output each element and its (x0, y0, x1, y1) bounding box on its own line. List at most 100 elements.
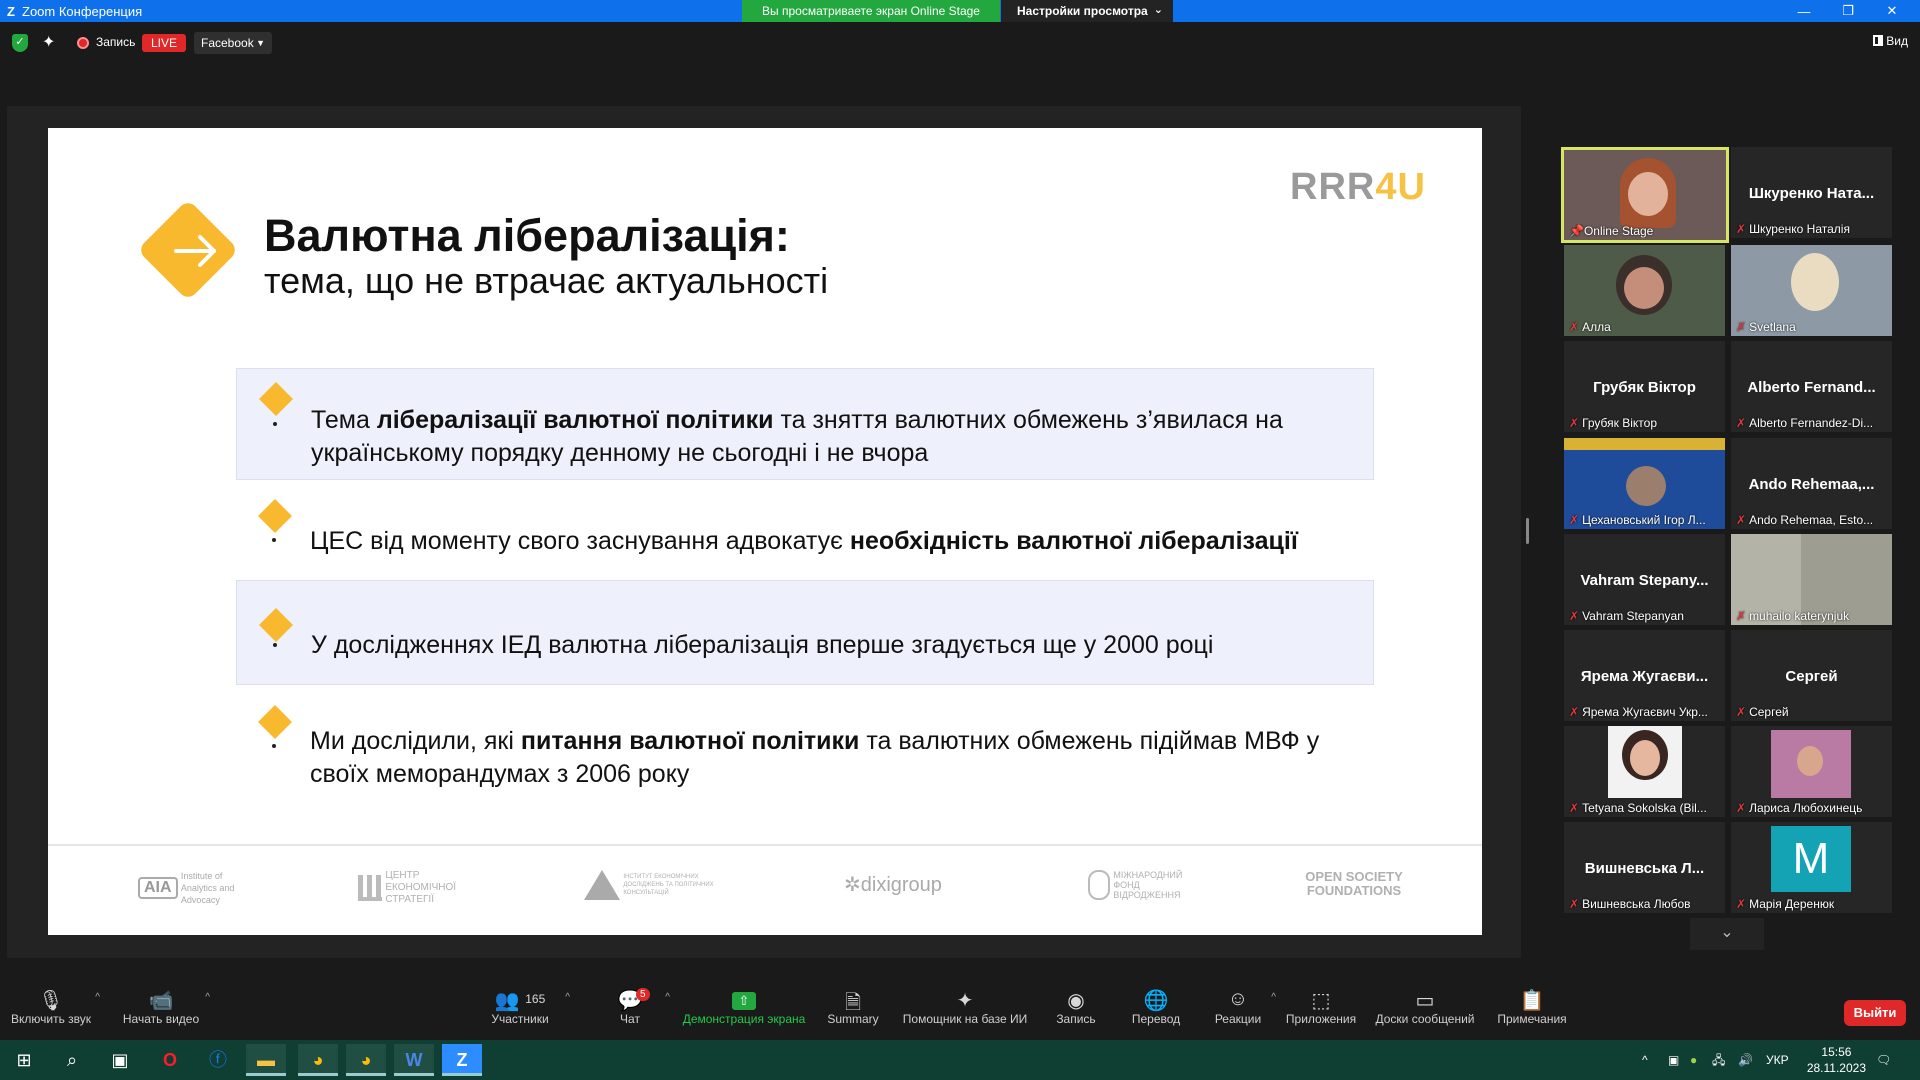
participant-tile[interactable]: Ando Rehemaa,... ✗ Ando Rehemaa, Esto... (1731, 438, 1892, 529)
reactions-button[interactable]: ☺ Реакции ^ (1210, 978, 1276, 1040)
translate-button[interactable]: 🌐 Перевод (1128, 978, 1184, 1040)
language-indicator[interactable]: УКР (1766, 1040, 1789, 1080)
panel-resize-handle[interactable] (1526, 518, 1529, 544)
view-settings-dropdown[interactable]: Настройки просмотра ⌄ (1001, 0, 1173, 22)
gallery-scroll-down-button[interactable]: ⌄ (1690, 918, 1764, 950)
participant-tile[interactable]: ✗ Алла (1564, 245, 1725, 336)
leave-meeting-button[interactable]: Выйти (1844, 1000, 1906, 1026)
triangle-logo-icon (584, 870, 620, 900)
whiteboards-button[interactable]: ▭ Доски сообщений (1374, 978, 1476, 1040)
participant-video (1626, 466, 1666, 506)
participants-button[interactable]: 👥 165 Участники ^ (490, 978, 570, 1040)
chrome-profile-icon[interactable]: ◕ (346, 1044, 386, 1076)
bullet-3: У дослідженнях ІЕД валютна лібералізація… (236, 580, 1374, 685)
volume-icon[interactable]: 🔊 (1738, 1040, 1753, 1080)
minimize-button[interactable]: — (1782, 0, 1826, 22)
reaction-icon: ☺ (1227, 988, 1249, 1010)
task-view-icon[interactable]: ▣ (100, 1044, 140, 1076)
participant-tile[interactable]: Alberto Fernand... ✗ Alberto Fernandez-Di… (1731, 341, 1892, 432)
participant-tile[interactable]: Шкуренко Ната... ✗ Шкуренко Наталія (1731, 147, 1892, 238)
video-options-caret[interactable]: ^ (205, 992, 210, 1003)
tray-overflow-icon[interactable]: ^ (1642, 1040, 1648, 1080)
bullet-diamond-icon (259, 608, 293, 642)
apps-button[interactable]: ⬚ Приложения (1284, 978, 1358, 1040)
notes-icon: 📋 (1519, 990, 1545, 1012)
summary-icon: 🗎 (844, 992, 862, 1014)
participant-tile[interactable]: Vahram Stepany... ✗ Vahram Stepanyan (1564, 534, 1725, 625)
participant-tile[interactable]: Ярема Жугаєви... ✗ Ярема Жугаєвич Укр... (1564, 630, 1725, 721)
participant-tile[interactable]: Грубяк Віктор ✗ Грубяк Віктор (1564, 341, 1725, 432)
ai-sparkle-icon[interactable]: ✦ (42, 32, 55, 52)
participants-options-caret[interactable]: ^ (565, 992, 570, 1003)
chat-options-caret[interactable]: ^ (665, 992, 670, 1003)
facebook-icon[interactable]: ⓕ (198, 1044, 238, 1076)
mic-muted-icon: ✗ (1736, 705, 1747, 719)
notes-button[interactable]: 📋 Примечания (1496, 978, 1568, 1040)
ai-companion-button[interactable]: ✦ Помощник на базе ИИ (900, 978, 1030, 1040)
participant-tile[interactable]: ✗ Цехановський Ігор Л... (1564, 438, 1725, 529)
participant-tile[interactable]: ✗ Лариса Любохинець (1731, 726, 1892, 817)
apps-icon: ⬚ (1311, 990, 1331, 1012)
mic-muted-icon: 🎙 (38, 990, 64, 1012)
partner-logo-osf: OPEN SOCIETY FOUNDATIONS (1305, 869, 1403, 898)
view-settings-label: Настройки просмотра (1017, 4, 1148, 18)
participant-tile[interactable]: Сергей ✗ Сергей (1731, 630, 1892, 721)
mic-muted-icon: ✗ (1569, 609, 1580, 623)
screen-share-notice: Вы просматриваете экран Online Stage (742, 0, 1000, 22)
windows-start-icon[interactable]: ⊞ (4, 1044, 44, 1076)
dixigroup-gear-icon: ✲ (844, 874, 861, 896)
notifications-icon[interactable]: 🗨 (1876, 1040, 1891, 1080)
chat-unread-badge: 5 (636, 988, 650, 1001)
tray-status-icon[interactable]: ● (1690, 1040, 1697, 1080)
participants-icon: 👥 165 (494, 990, 546, 1012)
share-screen-button[interactable]: ⇧ Демонстрация экрана (680, 978, 808, 1040)
record-button[interactable]: ◉ Запись (1050, 978, 1102, 1040)
stream-target-dropdown[interactable]: Facebook ▼ (194, 32, 272, 54)
chat-button[interactable]: 💬 5 Чат ^ (610, 978, 670, 1040)
security-shield-icon[interactable]: ✓ (12, 34, 28, 52)
zoom-taskbar-icon[interactable]: Z (442, 1044, 482, 1076)
partner-logo-dixigroup: ✲dixigroup (844, 874, 942, 896)
live-badge[interactable]: LIVE (142, 34, 186, 52)
mic-muted-icon: ✗ (1736, 801, 1747, 815)
bullet-2: ЦЕС від моменту свого заснування адвокат… (236, 488, 1374, 578)
file-explorer-icon[interactable]: ▬ (246, 1044, 286, 1076)
word-icon[interactable]: W (394, 1044, 434, 1076)
chrome-icon[interactable]: ◕ (298, 1044, 338, 1076)
participant-tile[interactable]: ✗ Tetyana Sokolska (Bil... (1564, 726, 1725, 817)
stream-target-label: Facebook (201, 36, 254, 50)
start-video-button[interactable]: 📹 Начать видео ^ (120, 978, 210, 1040)
taskbar-clock[interactable]: 15:56 28.11.2023 (1807, 1044, 1866, 1076)
bullet-dot (272, 538, 276, 542)
restore-button[interactable]: ❐ (1826, 0, 1870, 22)
participant-tile-online-stage[interactable]: 📌Online Stage (1561, 147, 1729, 243)
zoom-logo-icon: Z (7, 3, 15, 19)
meeting-topbar: ✓ ✦ Запись LIVE Facebook ▼ Вид (0, 22, 1920, 64)
participant-tile[interactable]: Вишневська Л... ✗ Вишневська Любов (1564, 822, 1725, 913)
bullet-text: Ми дослідили, які питання валютної політ… (310, 727, 1320, 788)
bullet-text: У дослідженнях ІЕД валютна лібералізація… (311, 631, 1214, 659)
participant-tile[interactable]: ✗ muhailo katerynjuk (1731, 534, 1892, 625)
view-button[interactable]: Вид (1873, 34, 1908, 48)
search-icon[interactable]: ⌕ (52, 1044, 92, 1076)
reactions-options-caret[interactable]: ^ (1271, 992, 1276, 1003)
whiteboard-icon: ▭ (1415, 990, 1435, 1012)
opera-icon[interactable]: O (150, 1044, 190, 1076)
network-icon[interactable]: 🖧 (1712, 1040, 1725, 1080)
audio-options-caret[interactable]: ^ (95, 992, 100, 1003)
bar-chart-icon (358, 875, 382, 901)
close-button[interactable]: ✕ (1870, 0, 1914, 22)
window-title: Zoom Конференция (22, 3, 143, 19)
summary-button[interactable]: 🗎 Summary (822, 978, 884, 1040)
view-label: Вид (1886, 34, 1908, 48)
tray-app-icon[interactable]: ▣ (1668, 1040, 1679, 1080)
recording-label[interactable]: Запись (96, 35, 135, 49)
participant-tile[interactable]: M ✗ Марія Деренюк (1731, 822, 1892, 913)
slide-title: Валютна лібералізація: (264, 210, 790, 261)
participant-tile[interactable]: ✗ Svetlana (1731, 245, 1892, 336)
bullet-text: Тема лібералізації валютної політики та … (311, 406, 1283, 467)
arrow-right-icon (174, 235, 216, 267)
slide-subtitle: тема, що не втрачає актуальності (264, 260, 829, 301)
unmute-button[interactable]: 🎙 Включить звук ^ (8, 978, 100, 1040)
bullet-diamond-icon (258, 499, 292, 533)
